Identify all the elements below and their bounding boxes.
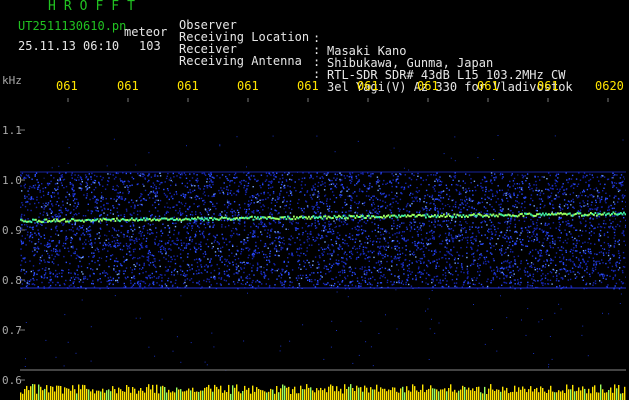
freq-tick: 1.1 bbox=[2, 124, 22, 137]
info-key: Receiving Antenna bbox=[179, 54, 302, 68]
freq-tick: 0.6 bbox=[2, 374, 22, 387]
freq-tick: 1.0 bbox=[2, 174, 22, 187]
spectrogram-canvas bbox=[20, 98, 626, 400]
freq-tick: 0.7 bbox=[2, 324, 22, 337]
time-tick: 061 bbox=[237, 79, 259, 93]
time-tick: 061 bbox=[117, 79, 139, 93]
time-tick: 061 bbox=[417, 79, 439, 93]
echo-count: 103 bbox=[139, 39, 161, 53]
time-tick: 0620 bbox=[595, 79, 624, 93]
app-title: HROFFT bbox=[48, 0, 143, 14]
hrofft-window: HROFFT UT2511130610.pn meteor 25.11.13 0… bbox=[0, 0, 629, 400]
time-tick: 061 bbox=[177, 79, 199, 93]
time-tick: 061 bbox=[56, 79, 78, 93]
freq-tick: 0.9 bbox=[2, 224, 22, 237]
time-tick: 061 bbox=[537, 79, 559, 93]
date-time: 25.11.13 06:10 bbox=[18, 39, 120, 53]
signal-level-bars bbox=[20, 384, 626, 400]
time-tick: 061 bbox=[357, 79, 379, 93]
mode-label: meteor bbox=[124, 25, 168, 39]
noise-band bbox=[20, 135, 626, 371]
time-tick: 061 bbox=[297, 79, 319, 93]
file-name: UT2511130610.pn bbox=[18, 19, 127, 33]
time-tick: 061 bbox=[477, 79, 499, 93]
freq-tick: 0.8 bbox=[2, 274, 22, 287]
unit-label: kHz bbox=[2, 74, 22, 87]
spectrogram bbox=[20, 98, 626, 400]
